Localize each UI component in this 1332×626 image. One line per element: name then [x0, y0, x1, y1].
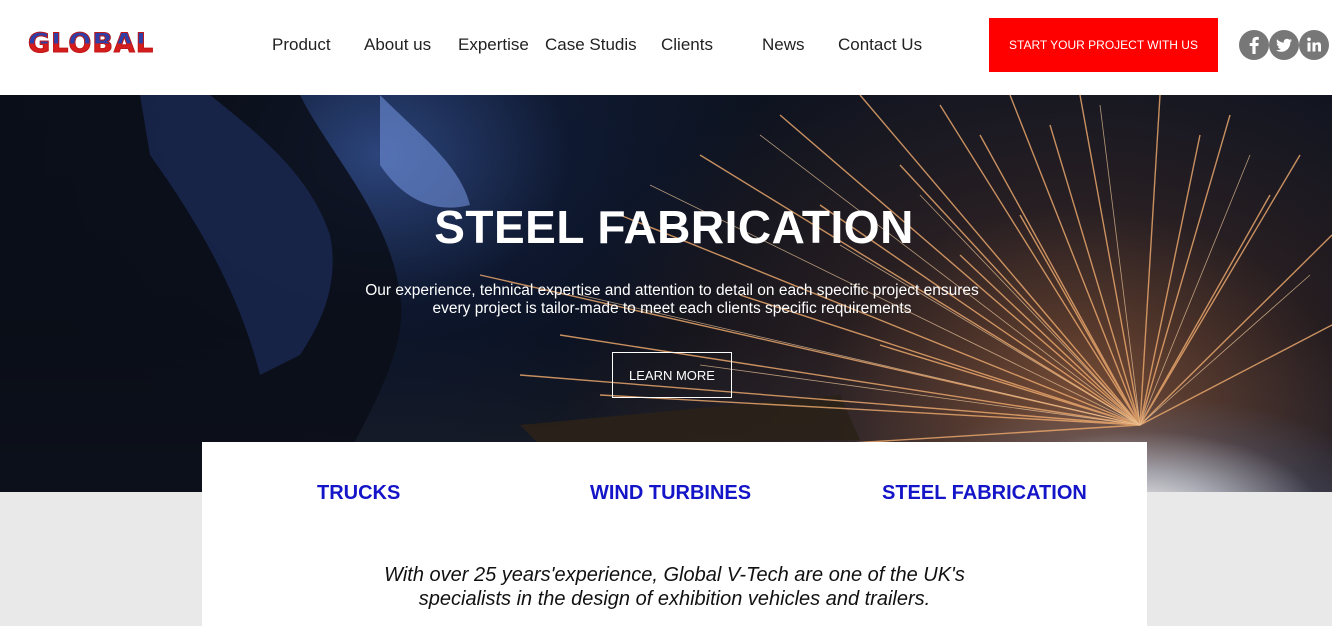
category-wind-turbines[interactable]: WIND TURBINES — [590, 482, 751, 505]
nav-product[interactable]: Product — [272, 35, 331, 55]
nav-about-us[interactable]: About us — [364, 35, 431, 55]
facebook-icon[interactable] — [1239, 30, 1269, 60]
intro-line-2: specialists in the design of exhibition … — [418, 588, 931, 610]
facebook-glyph — [1249, 36, 1259, 54]
nav-expertise[interactable]: Expertise — [458, 35, 529, 55]
linkedin-glyph — [1307, 37, 1321, 52]
site-header: GLOBAL Product About us Expertise Case S… — [0, 0, 1332, 95]
category-trucks[interactable]: TRUCKS — [317, 482, 400, 505]
intro-line-1: With over 25 years'experience, Global V-… — [384, 564, 965, 586]
nav-contact-us[interactable]: Contact Us — [838, 35, 922, 55]
start-project-button[interactable]: START YOUR PROJECT WITH US — [989, 18, 1218, 72]
nav-case-studies[interactable]: Case Studis — [545, 35, 637, 55]
hero-title: STEEL FABRICATION — [434, 201, 914, 253]
global-logo[interactable]: GLOBAL — [27, 28, 154, 60]
page: GLOBAL Product About us Expertise Case S… — [0, 0, 1332, 626]
intro-text: With over 25 years'experience, Global V-… — [232, 563, 1117, 611]
hero-subtitle: Our experience, tehnical expertise and a… — [340, 282, 1004, 318]
hero-subtitle-line-2: every project is tailor-made to meet eac… — [432, 300, 912, 317]
hero-subtitle-line-1: Our experience, tehnical expertise and a… — [365, 282, 979, 299]
twitter-glyph — [1276, 38, 1292, 52]
hero-banner: STEEL FABRICATION Our experience, tehnic… — [0, 95, 1332, 492]
category-steel-fabrication[interactable]: STEEL FABRICATION — [882, 482, 1087, 505]
twitter-icon[interactable] — [1269, 30, 1299, 60]
services-card: TRUCKS WIND TURBINES STEEL FABRICATION W… — [202, 442, 1147, 626]
nav-news[interactable]: News — [762, 35, 805, 55]
nav-clients[interactable]: Clients — [661, 35, 713, 55]
linkedin-icon[interactable] — [1299, 30, 1329, 60]
learn-more-button[interactable]: LEARN MORE — [612, 352, 732, 398]
